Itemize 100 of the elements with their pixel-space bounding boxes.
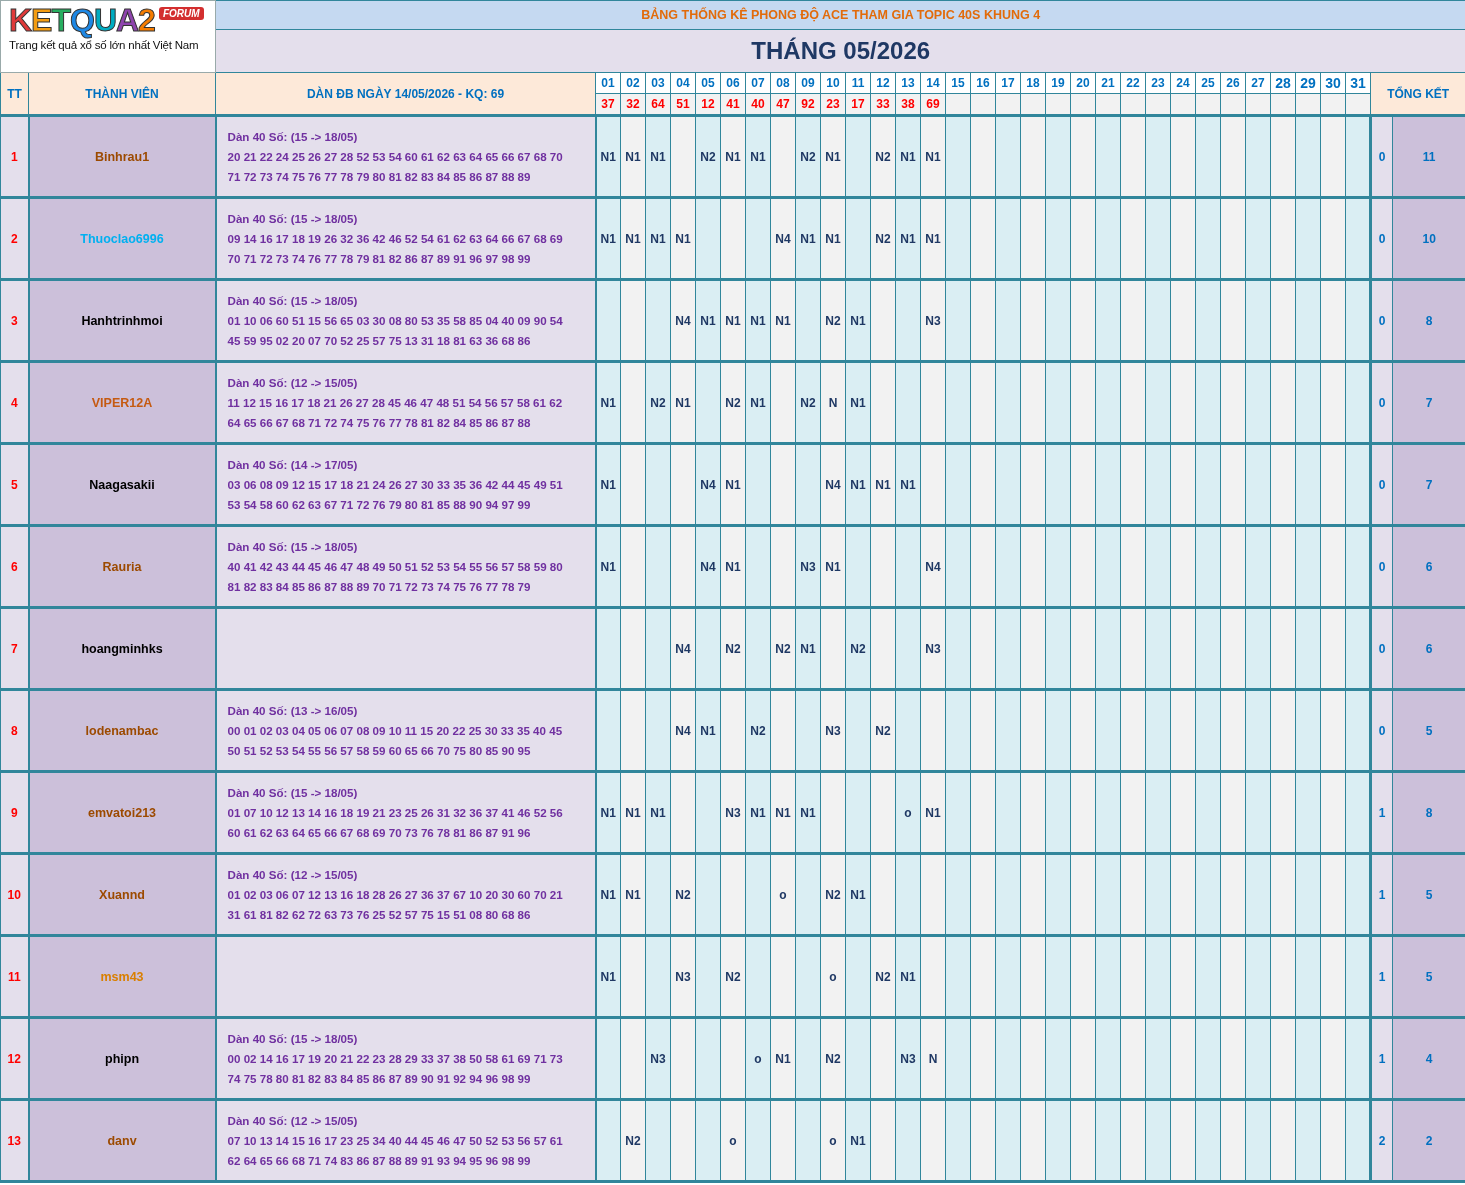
- table-cell: N1: [670, 361, 696, 444]
- number-set: Dàn 40 Số: (15 -> 18/05) 40 41 42 43 44 45 46 47 48 49 50 51 52 53 54 55 56 57 58 59 80 81 82 83 84 85 86 87 88 89 70 71 72 73 74 75 76 77 78 79: [215, 525, 596, 608]
- table-cell: N4: [695, 525, 721, 608]
- number-set: Dàn 40 Số: (15 -> 18/05) 00 02 14 16 17 19 20 21 22 23 28 29 33 37 38 50 58 61 69 71 73 74 75 78 80 81 82 83 84 85 86 87 89 90 91 92 94 96 98 99: [215, 1017, 596, 1100]
- table-cell: N1: [770, 771, 796, 854]
- table-cell: 0: [1370, 361, 1393, 444]
- table-cell: N1: [595, 853, 621, 936]
- table-cell: N1: [820, 115, 846, 198]
- member-name: Rauria: [28, 525, 216, 608]
- table-cell: 7: [1392, 361, 1465, 444]
- table-cell: N2: [695, 115, 721, 198]
- table-cell: 1: [1370, 1017, 1393, 1100]
- table-cell: N2: [795, 115, 821, 198]
- member-name: VIPER12A: [28, 361, 216, 444]
- number-set: Dàn 40 Số: (12 -> 15/05) 07 10 13 14 15 16 17 23 25 34 40 44 45 46 47 50 52 53 56 57 61 62 64 65 66 68 71 74 83 86 87 88 89 91 93 94 95 96 98 99: [215, 1099, 596, 1182]
- table-cell: N1: [745, 771, 771, 854]
- table-cell: 0: [1370, 279, 1393, 362]
- row-number: 10: [0, 853, 29, 936]
- table-cell: N4: [670, 689, 696, 772]
- row-number: 6: [0, 525, 29, 608]
- table-cell: N1: [920, 771, 946, 854]
- table-cell: N1: [895, 443, 921, 526]
- table-cell: N3: [920, 279, 946, 362]
- member-name: Naagasakii: [28, 443, 216, 526]
- table-cell: N1: [845, 279, 871, 362]
- number-set: Dàn 40 Số: (14 -> 17/05) 03 06 08 09 12 15 17 18 21 24 26 27 30 33 35 36 42 44 45 49 51 53 54 58 60 62 63 67 71 72 76 79 80 81 85 88 90 94 97 99: [215, 443, 596, 526]
- member-name: lodenambac: [28, 689, 216, 772]
- logo-tagline: Trang kết quả xổ số lớn nhất Việt Nam: [9, 38, 200, 52]
- table-cell: N1: [595, 115, 621, 198]
- member-name: Xuannd: [28, 853, 216, 936]
- table-cell: 0: [1370, 197, 1393, 280]
- table-cell: N1: [595, 525, 621, 608]
- table-cell: N4: [670, 607, 696, 690]
- row-number: 5: [0, 443, 29, 526]
- row-number: 7: [0, 607, 29, 690]
- row-number: 2: [0, 197, 29, 280]
- table-cell: N2: [770, 607, 796, 690]
- table-cell: N1: [645, 771, 671, 854]
- table-cell: N2: [820, 853, 846, 936]
- table-cell: N1: [720, 443, 746, 526]
- table-cell: N1: [770, 1017, 796, 1100]
- column-header: THÀNH VIÊN: [28, 72, 216, 116]
- row-number: 9: [0, 771, 29, 854]
- table-cell: N1: [895, 935, 921, 1018]
- table-cell: N2: [845, 607, 871, 690]
- table-cell: N2: [720, 607, 746, 690]
- forum-badge: FORUM: [158, 7, 204, 20]
- table-cell: N2: [870, 689, 896, 772]
- number-set: Dàn 40 Số: (13 -> 16/05) 00 01 02 03 04 05 06 07 08 09 10 11 15 20 22 25 30 33 35 40 45 50 51 52 53 54 55 56 57 58 59 60 65 66 70 75 80 85 90 95: [215, 689, 596, 772]
- table-cell: N1: [795, 197, 821, 280]
- member-name: danv: [28, 1099, 216, 1182]
- table-cell: 5: [1392, 689, 1465, 772]
- table-cell: 0: [1370, 115, 1393, 198]
- member-name: phipn: [28, 1017, 216, 1100]
- table-cell: 8: [1392, 279, 1465, 362]
- table-cell: o: [895, 771, 921, 854]
- number-set: Dàn 40 Số: (15 -> 18/05) 01 07 10 12 13 14 16 18 19 21 23 25 26 31 32 36 37 41 46 52 56 60 61 62 63 64 65 66 67 68 69 70 73 76 78 81 86 87 91 96: [215, 771, 596, 854]
- table-cell: N1: [720, 525, 746, 608]
- row-number: 11: [0, 935, 29, 1018]
- table-cell: N2: [645, 361, 671, 444]
- table-cell: N3: [645, 1017, 671, 1100]
- table-cell: N1: [845, 853, 871, 936]
- table-cell: N2: [795, 361, 821, 444]
- table-cell: 6: [1392, 525, 1465, 608]
- number-set: Dàn 40 Số: (15 -> 18/05) 01 10 06 60 51 15 56 65 03 30 08 80 53 35 58 85 04 40 09 90 54 45 59 95 02 20 07 70 52 25 57 75 13 31 18 81 63 36 68 86: [215, 279, 596, 362]
- table-cell: N2: [870, 115, 896, 198]
- table-cell: 0: [1370, 525, 1393, 608]
- table-cell: 2: [1392, 1099, 1465, 1182]
- table-cell: N1: [670, 197, 696, 280]
- table-cell: N: [820, 361, 846, 444]
- column-header: TỔNG KẾT: [1370, 72, 1465, 116]
- table-cell: N1: [845, 1099, 871, 1182]
- table-cell: N1: [745, 279, 771, 362]
- table-cell: 1: [1370, 771, 1393, 854]
- row-number: 1: [0, 115, 29, 198]
- member-name: msm43: [28, 935, 216, 1018]
- table-cell: N1: [645, 197, 671, 280]
- member-name: Thuoclao6996: [28, 197, 216, 280]
- row-number: 13: [0, 1099, 29, 1182]
- table-cell: N1: [595, 197, 621, 280]
- table-cell: N2: [870, 935, 896, 1018]
- table-cell: N1: [645, 115, 671, 198]
- table-cell: N1: [720, 115, 746, 198]
- table-cell: 1: [1370, 853, 1393, 936]
- table-cell: N2: [870, 197, 896, 280]
- table-cell: N1: [620, 197, 646, 280]
- table-cell: N2: [745, 689, 771, 772]
- table-cell: N2: [620, 1099, 646, 1182]
- table-cell: N4: [820, 443, 846, 526]
- table-cell: N4: [695, 443, 721, 526]
- table-cell: N3: [820, 689, 846, 772]
- column-header: DÀN ĐB NGÀY 14/05/2026 - KQ: 69: [215, 72, 596, 116]
- table-cell: o: [820, 935, 846, 1018]
- table-cell: N1: [795, 771, 821, 854]
- table-cell: 0: [1370, 607, 1393, 690]
- table-cell: N3: [895, 1017, 921, 1100]
- table-cell: N1: [745, 115, 771, 198]
- row-number: 3: [0, 279, 29, 362]
- table-cell: N1: [770, 279, 796, 362]
- table-cell: N2: [720, 361, 746, 444]
